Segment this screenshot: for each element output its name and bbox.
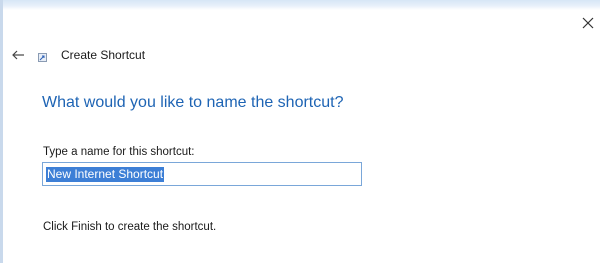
back-arrow-icon bbox=[11, 50, 24, 60]
back-button[interactable] bbox=[9, 46, 27, 64]
window-top-border bbox=[0, 0, 600, 10]
window-left-edge bbox=[0, 0, 3, 263]
close-button[interactable] bbox=[578, 13, 598, 33]
create-shortcut-dialog: Create Shortcut What would you like to n… bbox=[0, 0, 600, 263]
finish-instruction: Click Finish to create the shortcut. bbox=[43, 221, 217, 233]
shortcut-name-input[interactable]: New Internet Shortcut bbox=[42, 162, 362, 186]
wizard-title: Create Shortcut bbox=[61, 48, 146, 62]
shortcut-name-value: New Internet Shortcut bbox=[46, 166, 165, 182]
shortcut-wizard-icon bbox=[38, 53, 47, 62]
page-heading: What would you like to name the shortcut… bbox=[42, 94, 344, 111]
close-icon bbox=[582, 17, 594, 29]
shortcut-name-label: Type a name for this shortcut: bbox=[43, 146, 195, 158]
